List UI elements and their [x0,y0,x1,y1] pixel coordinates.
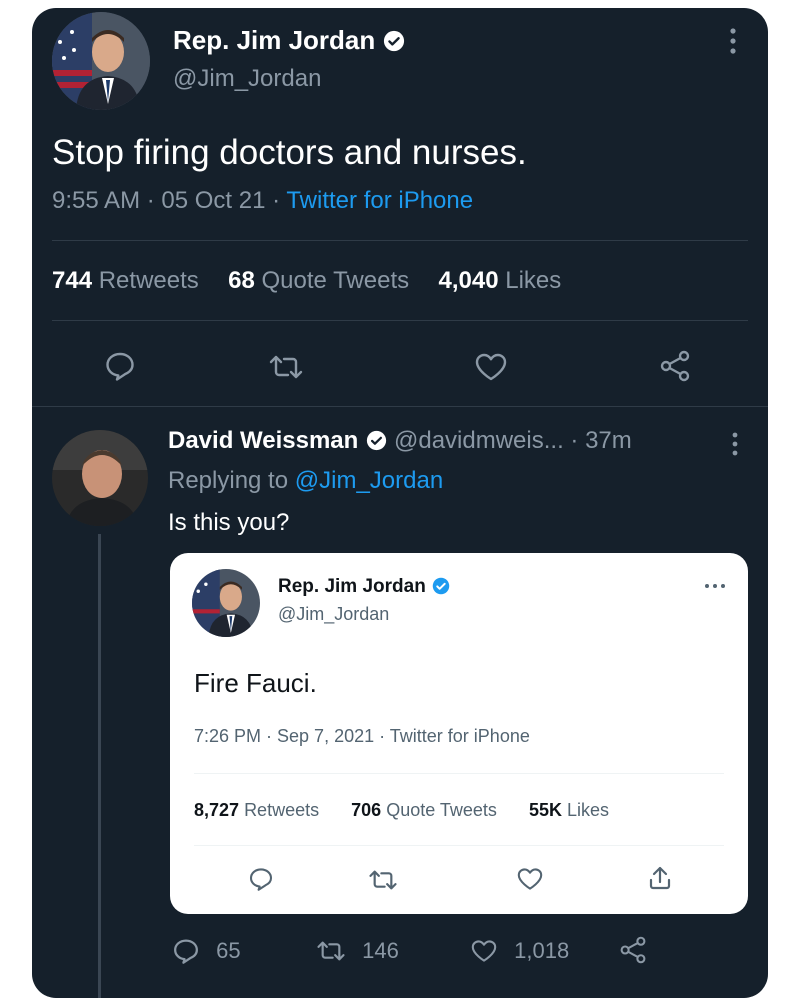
quoted-likes-count: 55K [528,800,562,820]
quoted-tweet-text: Fire Fauci. [194,668,317,698]
author-handle[interactable]: @Jim_Jordan [173,64,321,94]
more-options-icon[interactable] [728,26,738,56]
quoted-like-icon [517,868,543,890]
retweets-count: 744 [52,267,93,294]
author-name[interactable]: Rep. Jim Jordan [173,24,405,56]
divider [32,406,768,407]
replying-to-prefix: Replying to [168,467,295,494]
quoted-author-name-text: Rep. Jim Jordan [278,576,426,597]
author-name-text: Rep. Jim Jordan [173,25,376,55]
tweet-timestamp[interactable]: 9:55 AM · 05 Oct 21 · [52,187,286,214]
quote-tweets-count: 68 [228,267,255,294]
verified-badge-icon [384,30,405,52]
retweet-count: 146 [362,938,399,963]
quoted-retweets-label: Retweets [244,800,320,820]
reply-action-retweet[interactable]: 146 [316,936,399,966]
quoted-likes-label: Likes [567,800,610,820]
quoted-tweet-card[interactable]: Rep. Jim Jordan @Jim_Jordan Fire Fauci. … [170,553,748,914]
quoted-divider [194,773,724,774]
reply-share-icon[interactable] [618,936,648,964]
reply-icon[interactable] [104,351,136,381]
tweet-card: Rep. Jim Jordan @Jim_Jordan Stop firing … [32,8,768,998]
quoted-more-options-icon [705,584,725,588]
reply-thread-line [98,534,101,998]
retweet-icon [317,941,345,961]
quoted-retweet-icon [369,870,397,890]
likes-label: Likes [505,267,562,294]
verified-badge-icon [367,430,387,451]
share-icon[interactable] [658,350,692,382]
replying-to: Replying to @Jim_Jordan [168,466,443,496]
like-count: 1,018 [514,938,570,963]
retweets-label: Retweets [98,267,199,294]
reply-avatar-portrait-image [52,430,148,526]
quoted-quote-tweets-label: Quote Tweets [386,800,497,820]
avatar-portrait-image [52,12,150,110]
reply-action-reply[interactable]: 65 [172,936,241,966]
like-icon[interactable] [474,352,508,382]
tweet-source-link[interactable]: Twitter for iPhone [286,187,473,214]
quoted-engagement-stats: 8,727 Retweets 706 Quote Tweets 55K Like… [194,799,609,821]
engagement-stats: 744 Retweets 68 Quote Tweets 4,040 Likes [52,266,561,296]
quoted-divider [194,845,724,846]
quoted-tweet-meta: 7:26 PM · Sep 7, 2021 · Twitter for iPho… [194,726,530,746]
retweets-stat[interactable]: 744 Retweets [52,267,199,294]
reply-time[interactable]: · 37m [570,427,631,454]
divider [52,240,748,241]
reply-author-name[interactable]: David Weissman [168,427,358,454]
quoted-share-upload-icon [649,866,671,890]
quoted-avatar-portrait-image [192,569,260,637]
replying-to-handle-link[interactable]: @Jim_Jordan [295,467,443,494]
likes-stat[interactable]: 4,040 Likes [438,267,561,294]
quoted-quote-tweets-count: 706 [351,800,382,820]
quoted-author-handle: @Jim_Jordan [278,604,390,624]
author-avatar[interactable] [52,12,150,110]
reply-icon [174,939,198,964]
quoted-retweets-count: 8,727 [194,800,240,820]
reply-author-avatar[interactable] [52,430,148,526]
likes-count: 4,040 [438,267,499,294]
reply-count: 65 [216,938,241,963]
quoted-author-name: Rep. Jim Jordan [278,575,450,599]
like-icon [471,940,497,962]
reply-header: David Weissman @davidmweis... · 37m [168,426,632,456]
divider [52,320,748,321]
verified-badge-icon [432,577,450,595]
reply-action-like[interactable]: 1,018 [470,936,569,966]
reply-text: Is this you? [168,509,290,536]
quote-tweets-stat[interactable]: 68 Quote Tweets [228,267,409,294]
quoted-author-avatar [192,569,260,637]
retweet-icon[interactable] [268,354,304,380]
quote-tweets-label: Quote Tweets [261,267,410,294]
reply-more-options-icon[interactable] [730,430,740,458]
quoted-reply-icon [249,868,273,891]
reply-author-handle[interactable]: @davidmweis... [394,427,564,454]
tweet-meta: 9:55 AM · 05 Oct 21 · Twitter for iPhone [52,186,473,216]
tweet-text: Stop firing doctors and nurses. [52,133,527,172]
